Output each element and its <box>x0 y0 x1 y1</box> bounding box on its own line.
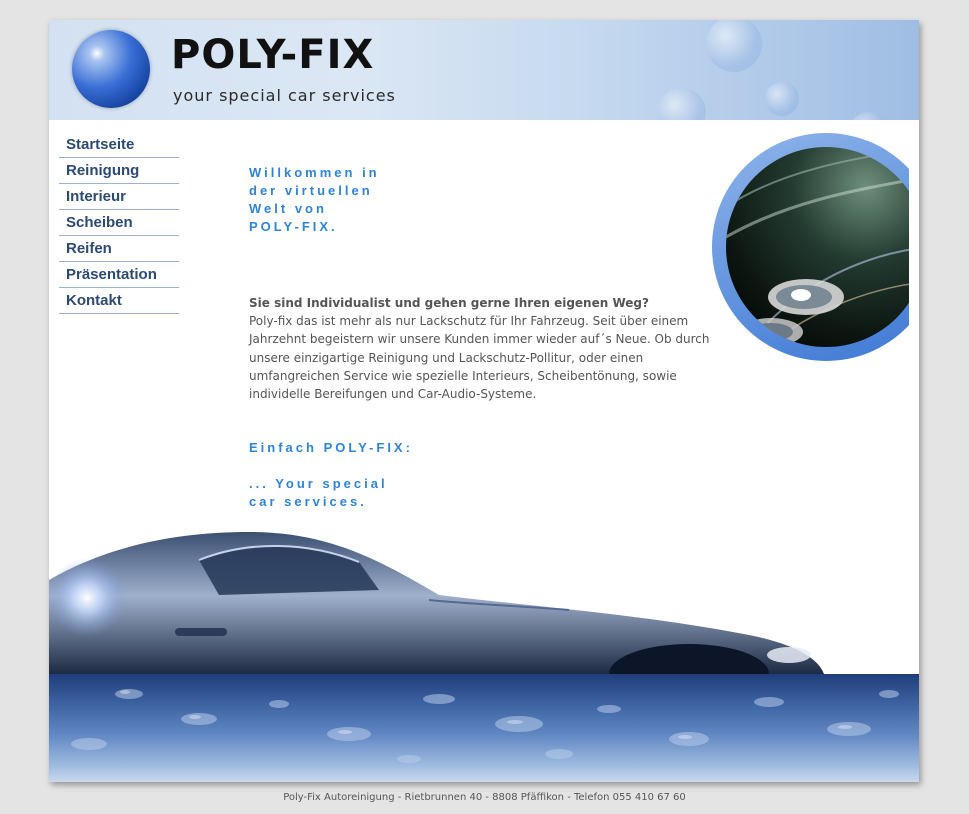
water-bubble <box>658 88 706 120</box>
slogan-line: car services. <box>249 494 367 510</box>
water-drops-graphic <box>71 689 899 763</box>
nav-item-startseite[interactable]: Startseite <box>59 132 179 158</box>
intro-body: Poly-fix das ist mehr als nur Lackschutz… <box>249 314 710 402</box>
water-bubble <box>706 20 762 72</box>
main-navigation: Startseite Reinigung Interieur Scheiben … <box>59 132 179 314</box>
brand-tagline: your special car services <box>173 86 396 105</box>
header-banner: POLY-FIX your special car services <box>49 20 919 120</box>
slogan: Einfach POLY-FIX: <box>249 440 413 456</box>
welcome-line: der virtuellen <box>249 183 373 198</box>
welcome-line: POLY-FIX. <box>249 219 338 234</box>
nav-item-reifen[interactable]: Reifen <box>59 236 179 262</box>
nav-item-praesentation[interactable]: Präsentation <box>59 262 179 288</box>
main-content: Willkommen in der virtuellen Welt von PO… <box>249 164 719 511</box>
car-headlight-photo <box>712 133 919 361</box>
nav-item-scheiben[interactable]: Scheiben <box>59 210 179 236</box>
water-bubble <box>765 82 799 116</box>
slogan-tagline: ... Your special car services. <box>249 475 719 511</box>
headlight-graphic <box>726 147 919 347</box>
logo-sphere-icon <box>72 30 150 108</box>
water-bubble <box>849 112 889 120</box>
welcome-line: Welt von <box>249 201 327 216</box>
page-container: POLY-FIX your special car services Start… <box>49 20 919 782</box>
photo-edge-mask <box>909 120 919 380</box>
footer-address: Poly-Fix Autoreinigung - Rietbrunnen 40 … <box>283 792 686 803</box>
brand-name: POLY-FIX <box>171 32 375 78</box>
welcome-heading: Willkommen in der virtuellen Welt von PO… <box>249 164 719 236</box>
welcome-line: Willkommen in <box>249 165 380 180</box>
car-illustration <box>49 520 919 704</box>
car-graphic <box>49 532 824 704</box>
slogan-line: ... Your special <box>249 476 388 492</box>
nav-item-reinigung[interactable]: Reinigung <box>59 158 179 184</box>
nav-item-interieur[interactable]: Interieur <box>59 184 179 210</box>
water-droplets-banner <box>49 674 919 782</box>
intro-heading: Sie sind Individualist und gehen gerne I… <box>249 296 649 310</box>
nav-item-kontakt[interactable]: Kontakt <box>59 288 179 314</box>
headlight-image <box>726 147 919 347</box>
